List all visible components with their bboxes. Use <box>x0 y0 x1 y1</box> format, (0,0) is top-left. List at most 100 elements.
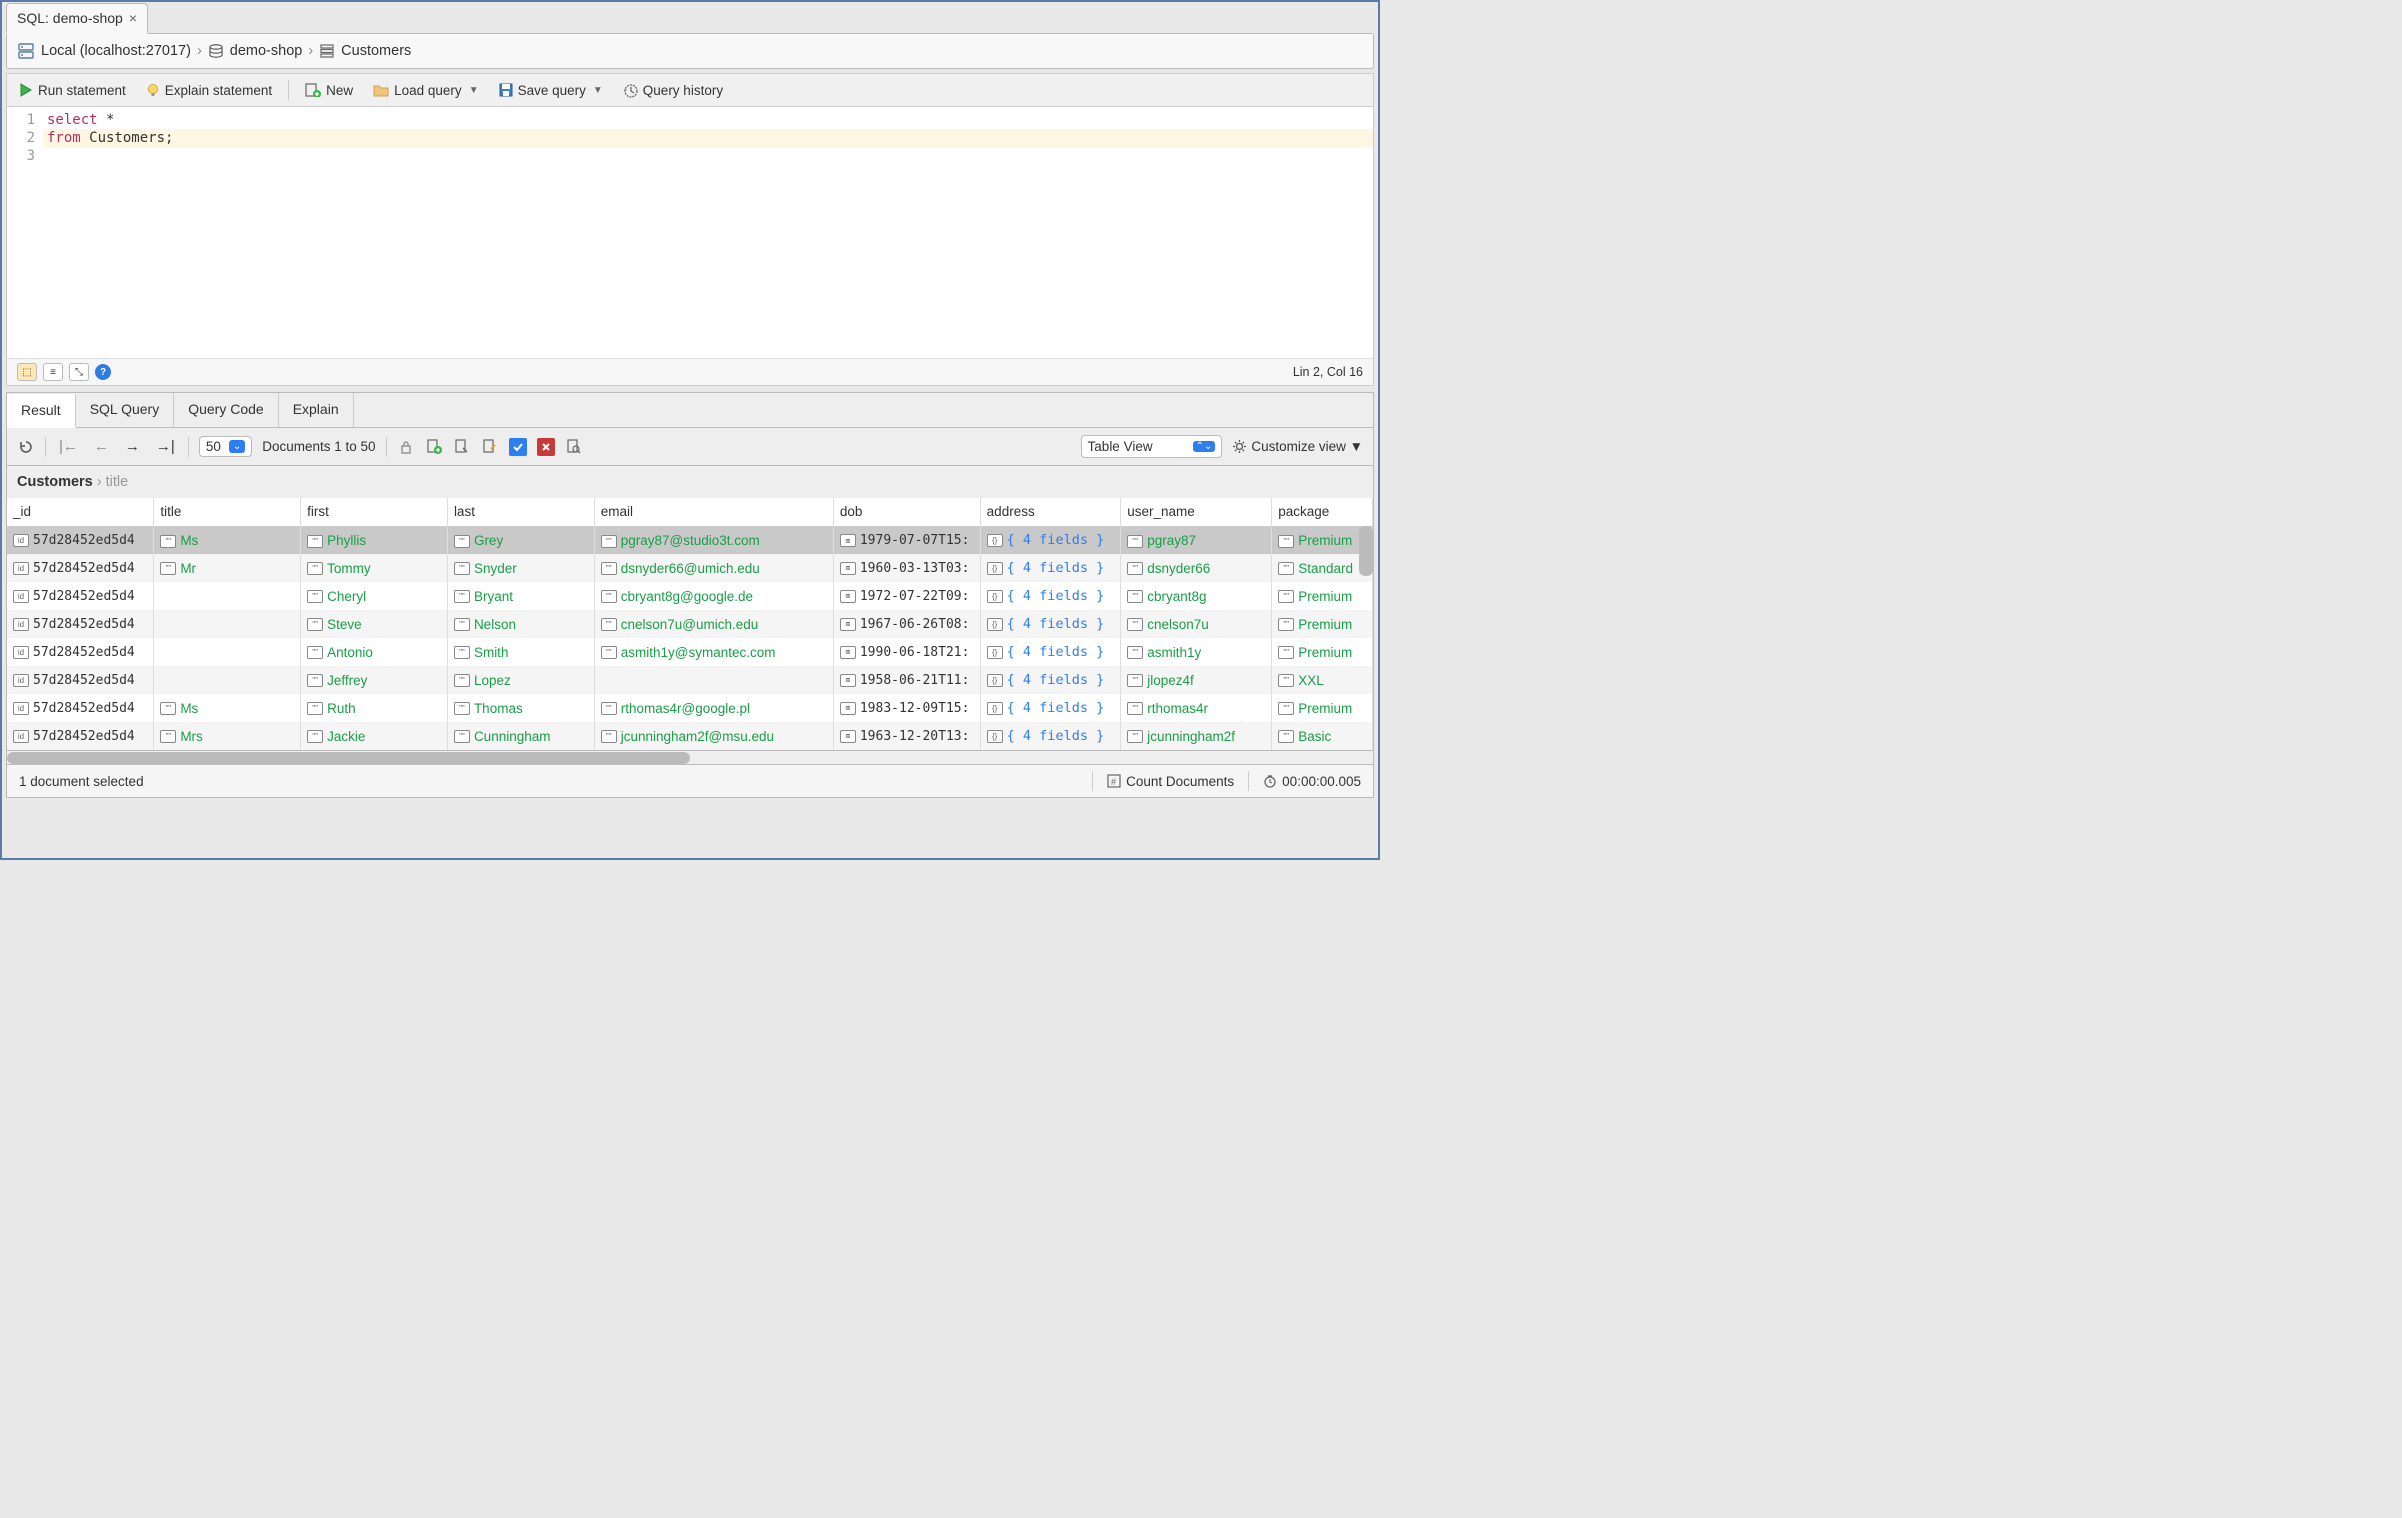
new-query-button[interactable]: New <box>301 81 357 100</box>
explain-statement-button[interactable]: Explain statement <box>142 81 276 100</box>
table-cell[interactable]: ""Tommy <box>301 554 448 582</box>
delete-icon[interactable] <box>537 438 555 456</box>
close-icon[interactable]: × <box>129 10 137 26</box>
column-header[interactable]: title <box>154 498 301 526</box>
table-cell[interactable]: ""Phyllis <box>301 526 448 554</box>
table-cell[interactable]: ""Mrs <box>154 722 301 750</box>
table-cell[interactable]: ""asmith1y@symantec.com <box>594 638 833 666</box>
table-cell[interactable]: {}{ 4 fields } <box>980 666 1121 694</box>
table-cell[interactable]: ""Jeffrey <box>301 666 448 694</box>
table-cell[interactable]: id57d28452ed5d4 <box>7 526 154 554</box>
table-cell[interactable]: ""Premium <box>1272 638 1373 666</box>
table-cell[interactable]: ""Ms <box>154 694 301 722</box>
load-query-button[interactable]: Load query ▼ <box>369 81 482 100</box>
tab-result[interactable]: Result <box>7 394 76 428</box>
table-cell[interactable]: ""cnelson7u <box>1121 610 1272 638</box>
column-header[interactable]: package <box>1272 498 1373 526</box>
table-cell[interactable]: ""Antonio <box>301 638 448 666</box>
table-cell[interactable]: ⧈1972-07-22T09: <box>833 582 980 610</box>
tab-explain[interactable]: Explain <box>279 393 354 427</box>
table-cell[interactable]: ""cbryant8g@google.de <box>594 582 833 610</box>
mode-icon-3[interactable]: ⤡ <box>69 363 89 381</box>
table-cell[interactable]: ""Grey <box>447 526 594 554</box>
table-cell[interactable] <box>154 638 301 666</box>
table-cell[interactable]: ""dsnyder66@umich.edu <box>594 554 833 582</box>
tab-sql-query[interactable]: SQL Query <box>76 393 175 427</box>
table-cell[interactable]: ""rthomas4r@google.pl <box>594 694 833 722</box>
next-page-icon[interactable]: → <box>122 438 143 455</box>
table-row[interactable]: id57d28452ed5d4""Ms""Phyllis""Grey""pgra… <box>7 526 1373 554</box>
column-header[interactable]: address <box>980 498 1121 526</box>
table-cell[interactable]: ""Nelson <box>447 610 594 638</box>
mode-icon-1[interactable]: ⬚ <box>17 363 37 381</box>
mode-icon-2[interactable]: ≡ <box>43 363 63 381</box>
table-cell[interactable]: ""jcunningham2f@msu.edu <box>594 722 833 750</box>
table-row[interactable]: id57d28452ed5d4 ""Steve""Nelson ""cnelson7… <box>7 610 1373 638</box>
lock-icon[interactable] <box>397 438 415 456</box>
column-header[interactable]: _id <box>7 498 154 526</box>
help-icon[interactable]: ? <box>95 364 111 380</box>
breadcrumb-database[interactable]: demo-shop <box>230 43 303 59</box>
tab-query-code[interactable]: Query Code <box>174 393 278 427</box>
horizontal-scrollbar-thumb[interactable] <box>7 752 690 764</box>
table-cell[interactable]: ""Lopez <box>447 666 594 694</box>
column-header[interactable]: email <box>594 498 833 526</box>
table-row[interactable]: id57d28452ed5d4""Cheryl""Bryant""cbryant… <box>7 582 1373 610</box>
table-row[interactable]: id57d28452ed5d4""Mrs""Jackie""Cunningham… <box>7 722 1373 750</box>
table-cell[interactable] <box>594 666 833 694</box>
table-cell[interactable]: ""Cunningham <box>447 722 594 750</box>
add-document-icon[interactable] <box>425 438 443 456</box>
table-cell[interactable]: id57d28452ed5d4 <box>7 666 154 694</box>
column-header[interactable]: dob <box>833 498 980 526</box>
breadcrumb-connection[interactable]: Local (localhost:27017) <box>41 43 191 59</box>
table-cell[interactable]: id57d28452ed5d4 <box>7 610 154 638</box>
table-cell[interactable]: ""pgray87 <box>1121 526 1272 554</box>
table-row[interactable]: id57d28452ed5d4 ""Jeffrey""Lopez ⧈1958-06-… <box>7 666 1373 694</box>
table-cell[interactable]: {}{ 4 fields } <box>980 694 1121 722</box>
table-cell[interactable]: ""Smith <box>447 638 594 666</box>
last-page-icon[interactable]: →| <box>153 438 178 455</box>
view-mode-select[interactable]: Table View ⌃⌄ <box>1081 435 1223 458</box>
table-cell[interactable]: ""Basic <box>1272 722 1373 750</box>
view-document-icon[interactable] <box>453 438 471 456</box>
table-cell[interactable]: {}{ 4 fields } <box>980 582 1121 610</box>
table-cell[interactable]: ⧈1967-06-26T08: <box>833 610 980 638</box>
table-cell[interactable] <box>154 582 301 610</box>
customize-view-button[interactable]: Customize view ▼ <box>1232 439 1363 454</box>
table-cell[interactable]: id57d28452ed5d4 <box>7 554 154 582</box>
column-header[interactable]: user_name <box>1121 498 1272 526</box>
table-cell[interactable]: ⧈1979-07-07T15: <box>833 526 980 554</box>
check-icon[interactable] <box>509 438 527 456</box>
column-header[interactable]: last <box>447 498 594 526</box>
table-cell[interactable]: ""Jackie <box>301 722 448 750</box>
table-cell[interactable]: id57d28452ed5d4 <box>7 722 154 750</box>
query-history-button[interactable]: Query history <box>619 81 727 100</box>
table-cell[interactable]: ""Ms <box>154 526 301 554</box>
table-cell[interactable]: ""Steve <box>301 610 448 638</box>
table-cell[interactable]: {}{ 4 fields } <box>980 722 1121 750</box>
table-row[interactable]: id57d28452ed5d4""Ms""Ruth""Thomas""rthom… <box>7 694 1373 722</box>
table-cell[interactable]: ""Bryant <box>447 582 594 610</box>
table-cell[interactable]: {}{ 4 fields } <box>980 526 1121 554</box>
table-cell[interactable]: ""Thomas <box>447 694 594 722</box>
table-cell[interactable]: ""asmith1y <box>1121 638 1272 666</box>
table-cell[interactable]: ""Premium <box>1272 694 1373 722</box>
editor-tab[interactable]: SQL: demo-shop × <box>6 3 148 34</box>
table-cell[interactable]: ""Mr <box>154 554 301 582</box>
table-cell[interactable] <box>154 666 301 694</box>
table-cell[interactable]: ""Premium <box>1272 610 1373 638</box>
save-query-button[interactable]: Save query ▼ <box>495 81 607 100</box>
table-cell[interactable]: ""pgray87@studio3t.com <box>594 526 833 554</box>
table-row[interactable]: id57d28452ed5d4""Mr""Tommy""Snyder""dsny… <box>7 554 1373 582</box>
table-cell[interactable]: ⧈1958-06-21T11: <box>833 666 980 694</box>
edit-document-icon[interactable] <box>481 438 499 456</box>
table-cell[interactable]: ""cbryant8g <box>1121 582 1272 610</box>
table-cell[interactable]: ""rthomas4r <box>1121 694 1272 722</box>
table-cell[interactable]: {}{ 4 fields } <box>980 554 1121 582</box>
run-statement-button[interactable]: Run statement <box>15 81 130 100</box>
refresh-icon[interactable] <box>17 438 35 456</box>
first-page-icon[interactable]: |← <box>56 438 81 455</box>
vertical-scrollbar[interactable] <box>1359 526 1373 576</box>
table-cell[interactable]: ""XXL <box>1272 666 1373 694</box>
table-cell[interactable]: ""jlopez4f <box>1121 666 1272 694</box>
